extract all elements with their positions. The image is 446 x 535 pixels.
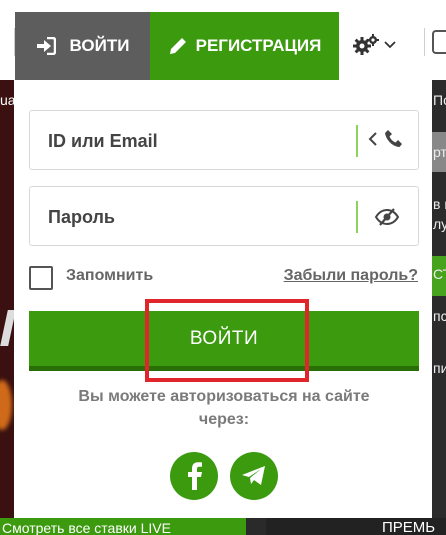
background-right-text: пс bbox=[433, 308, 446, 324]
id-email-placeholder: ID или Email bbox=[48, 131, 158, 151]
background-right-text: пи bbox=[433, 360, 446, 376]
phone-toggle[interactable] bbox=[368, 129, 404, 149]
remember-checkbox[interactable] bbox=[29, 266, 53, 290]
id-email-field[interactable]: ID или Email bbox=[29, 110, 419, 170]
header-register-button[interactable]: РЕГИСТРАЦИЯ bbox=[150, 12, 339, 80]
background-right-text: в н bbox=[433, 196, 446, 212]
header-login-label: ВОЙТИ bbox=[69, 36, 130, 55]
chevron-left-icon bbox=[368, 132, 377, 146]
highlight-box bbox=[145, 299, 309, 382]
background-right-strip: По рт в н лу: СТ пс пи bbox=[432, 80, 446, 535]
forgot-password-link[interactable]: Забыли пароль? bbox=[284, 267, 418, 285]
background-graphic-glow bbox=[0, 380, 12, 430]
facebook-icon bbox=[188, 462, 202, 490]
facebook-login-button[interactable] bbox=[170, 452, 218, 500]
background-right-text: лу: bbox=[433, 216, 446, 232]
premium-banner[interactable]: ПРЕМЬ bbox=[266, 518, 446, 535]
header-edge-control[interactable] bbox=[432, 30, 446, 54]
field-divider bbox=[356, 125, 358, 157]
header-divider bbox=[424, 28, 425, 56]
background-right-text: рт bbox=[433, 144, 446, 160]
pencil-icon bbox=[169, 38, 186, 54]
header-register-label: РЕГИСТРАЦИЯ bbox=[195, 36, 322, 55]
live-bets-link[interactable]: Смотреть все ставки LIVE bbox=[0, 518, 246, 535]
header-bar: ВОЙТИ РЕГИСТРАЦИЯ bbox=[0, 0, 446, 80]
telegram-icon bbox=[242, 466, 265, 485]
field-divider bbox=[356, 201, 358, 233]
login-icon bbox=[36, 37, 56, 55]
password-field[interactable]: Пароль bbox=[29, 186, 419, 246]
telegram-login-button[interactable] bbox=[230, 452, 278, 500]
background-left-strip: ua bbox=[0, 80, 16, 535]
header-login-button[interactable]: ВОЙТИ bbox=[15, 12, 150, 80]
background-right-text: По bbox=[433, 92, 446, 108]
eye-slash-icon bbox=[374, 208, 400, 226]
remember-label: Запомнить bbox=[66, 267, 154, 284]
show-password-toggle[interactable] bbox=[374, 207, 400, 227]
background-right-text: СТ bbox=[433, 266, 446, 282]
chevron-down-icon bbox=[384, 41, 396, 49]
settings-menu[interactable] bbox=[352, 30, 396, 60]
login-dropdown-panel: ID или Email Пароль Запомнить Забыли пар… bbox=[14, 80, 432, 518]
gears-icon bbox=[353, 34, 379, 55]
social-login-note: Вы можете авторизоваться на сайте через: bbox=[78, 388, 370, 428]
password-placeholder: Пароль bbox=[48, 207, 115, 227]
phone-icon bbox=[385, 130, 402, 147]
